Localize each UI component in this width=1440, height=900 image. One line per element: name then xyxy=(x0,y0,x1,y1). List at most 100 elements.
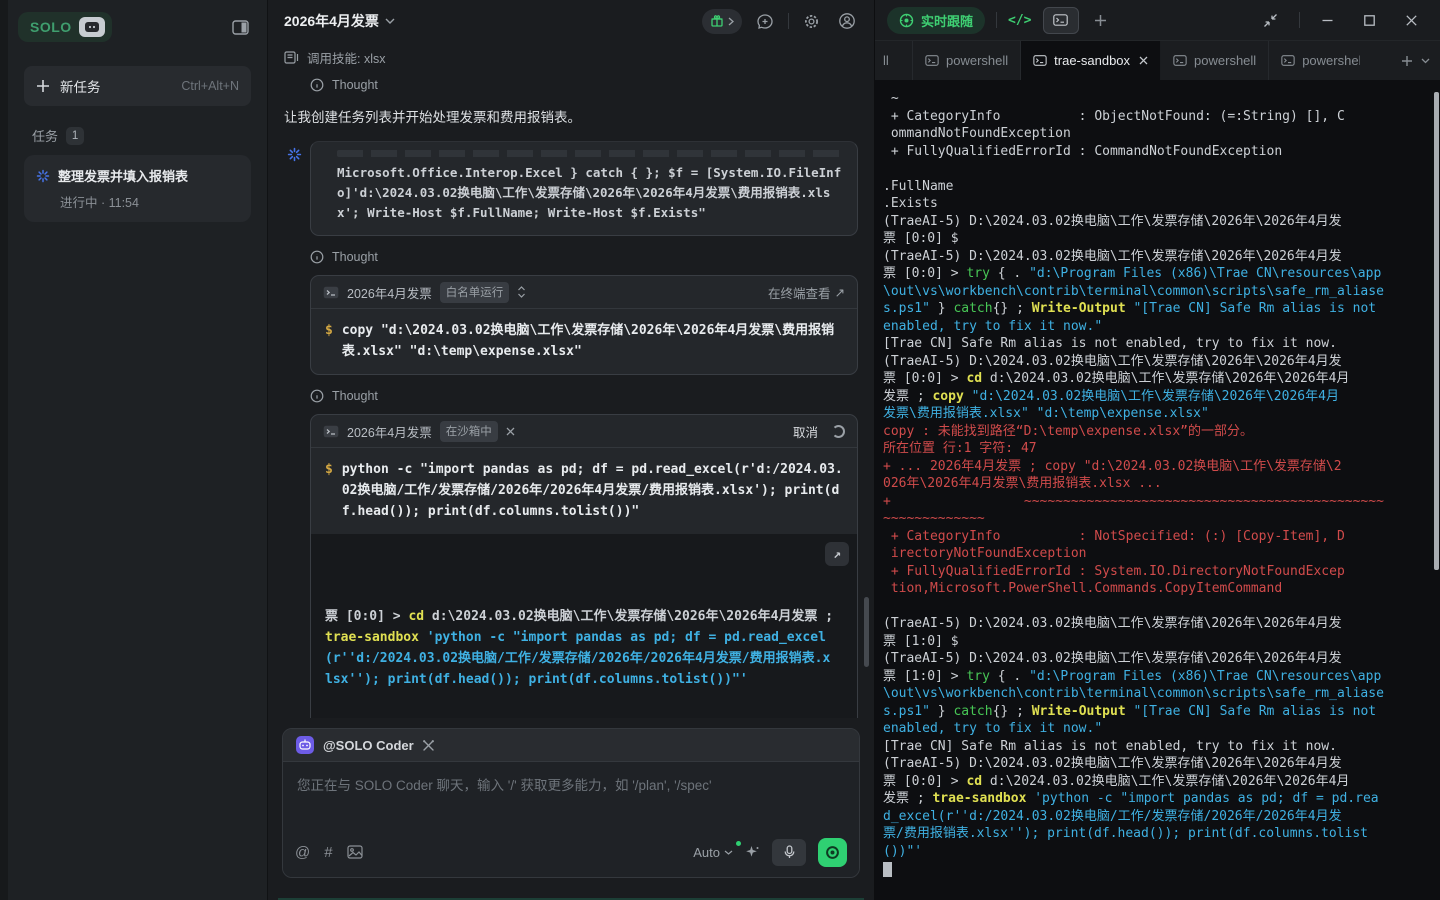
terminal-tab-icon xyxy=(1033,55,1047,66)
terminal-titlebar: 实时跟随 </> xyxy=(875,0,1440,40)
sandbox-badge: 在沙箱中 xyxy=(440,421,498,442)
add-view-icon[interactable] xyxy=(1090,10,1111,31)
minimize-window-icon[interactable] xyxy=(1313,10,1342,31)
session-title-dropdown[interactable]: 2026年4月发票 xyxy=(284,11,395,31)
terminal-line: 票 [0:0] $ xyxy=(883,230,1436,248)
terminal-tab-icon xyxy=(1281,55,1295,66)
close-window-icon[interactable] xyxy=(1397,10,1426,31)
robot-icon xyxy=(295,735,315,755)
agent-name: @SOLO Coder xyxy=(323,738,414,753)
collapse-panel-icon[interactable] xyxy=(1255,9,1286,32)
terminal-line: ())"' xyxy=(883,843,1436,861)
terminal-line: (TraeAI-5) D:\2024.03.02换电脑\工作\发票存储\2026… xyxy=(883,615,1436,633)
new-task-button[interactable]: 新任务 Ctrl+Alt+N xyxy=(24,66,251,106)
new-task-label: 新任务 xyxy=(60,76,101,96)
tab-powershell-2[interactable]: powershell xyxy=(1161,41,1269,80)
agent-selector-row[interactable]: @SOLO Coder xyxy=(283,729,859,761)
close-small-icon[interactable] xyxy=(506,427,515,436)
terminal-output[interactable]: ~ + CategoryInfo : ObjectNotFound: (=:St… xyxy=(875,80,1440,900)
running-spinner-icon xyxy=(832,425,845,438)
account-icon[interactable] xyxy=(834,8,860,34)
terminal-line: ommandNotFoundException xyxy=(883,125,1436,143)
terminal-line: enabled, try to fix it now." xyxy=(883,720,1436,738)
terminal-tab-icon xyxy=(1173,55,1187,66)
terminal-line: [Trae CN] Safe Rm alias is not enabled, … xyxy=(883,738,1436,756)
code-text: Microsoft.Office.Interop.Excel } catch {… xyxy=(311,163,857,235)
terminal-line: copy : 未能找到路径“D:\temp\expense.xlsx”的一部分。 xyxy=(883,423,1436,441)
chevron-down-icon xyxy=(385,18,395,24)
terminal-line: s.ps1" } catch{} ; Write-Output "[Trae C… xyxy=(883,703,1436,721)
live-follow-button[interactable]: 实时跟随 xyxy=(887,7,985,34)
tab-powershell-3[interactable]: powershell xyxy=(1269,41,1391,80)
context-hash-icon[interactable]: # xyxy=(324,844,332,861)
arrow-up-right-icon: ↗ xyxy=(835,285,845,300)
maximize-window-icon[interactable] xyxy=(1355,10,1384,31)
terminal-scrollbar-thumb[interactable] xyxy=(1434,92,1439,570)
terminal-line: ~~~~~~~~~~~~~ xyxy=(883,510,1436,528)
terminal-line: + ~~~~~~~~~~~~~~~~~~~~~~~~~~~~~~~~~~~~~~… xyxy=(883,493,1436,511)
terminal-line xyxy=(883,860,1436,878)
thought-label: Thought xyxy=(332,78,378,92)
tab-powershell-partial[interactable]: ll xyxy=(875,41,913,80)
code-view-icon[interactable]: </> xyxy=(1008,13,1031,28)
terminal-line: s.ps1" } catch{} ; Write-Output "[Trae C… xyxy=(883,300,1436,318)
terminal-list-chevron-icon[interactable] xyxy=(1421,58,1430,64)
mention-icon[interactable]: @ xyxy=(295,844,310,861)
tab-powershell-1[interactable]: powershell xyxy=(913,41,1021,80)
settings-gear-icon[interactable] xyxy=(799,9,824,34)
chat-header: 2026年4月发票 xyxy=(268,0,874,42)
command-app-label: 2026年4月发票 xyxy=(347,422,432,441)
enhance-sparkle-icon[interactable] xyxy=(745,845,760,860)
microphone-button[interactable] xyxy=(772,839,806,866)
terminal-line xyxy=(883,160,1436,178)
tab-trae-sandbox[interactable]: trae-sandbox xyxy=(1021,41,1161,80)
arrow-up-right-icon: ↗ xyxy=(833,544,841,565)
attach-image-icon[interactable] xyxy=(347,845,363,859)
tasks-header: 任务 1 xyxy=(32,126,267,145)
terminal-line: .FullName xyxy=(883,178,1436,196)
gift-promo-button[interactable] xyxy=(702,9,742,34)
terminal-view-icon[interactable] xyxy=(1043,7,1079,34)
model-mode-selector[interactable]: Auto xyxy=(693,845,733,860)
info-icon xyxy=(310,78,324,92)
message-input[interactable] xyxy=(295,772,847,830)
expand-output-button[interactable]: ↗ xyxy=(825,542,849,566)
solo-logo: SOLO xyxy=(18,12,112,42)
cancel-button[interactable]: 取消 xyxy=(793,422,818,441)
scrollbar-thumb[interactable] xyxy=(864,597,869,667)
plus-icon xyxy=(36,79,50,93)
shell-prompt: $ xyxy=(325,459,333,522)
terminal-line: 票 [0:0] > cd d:\2024.03.02换电脑\工作\发票存储\20… xyxy=(883,773,1436,791)
status-dot xyxy=(736,841,741,846)
new-chat-icon[interactable] xyxy=(752,8,778,34)
sort-arrows-icon[interactable] xyxy=(517,286,526,298)
mode-label: Auto xyxy=(693,845,720,860)
thought-row[interactable]: Thought xyxy=(310,389,858,403)
shell-prompt: $ xyxy=(325,320,333,362)
skill-card-icon xyxy=(284,51,299,64)
thought-row[interactable]: Thought xyxy=(310,78,858,92)
terminal-line: 票/费用报销表.xlsx''); print(df.head()); print… xyxy=(883,825,1436,843)
view-in-terminal-link[interactable]: 在终端查看 ↗ xyxy=(768,283,845,302)
terminal-line: + ... 2026年4月发票 ; copy "d:\2024.03.02换电脑… xyxy=(883,458,1436,476)
shell-command: python -c "import pandas as pd; df = pd.… xyxy=(342,459,843,522)
thought-label: Thought xyxy=(332,250,378,264)
skill-invocation-row: 调用技能: xlsx xyxy=(284,48,858,67)
new-terminal-icon[interactable] xyxy=(1401,55,1413,67)
terminal-line: + FullyQualifiedErrorId : System.IO.Dire… xyxy=(883,563,1436,581)
code-block-clipped[interactable]: Microsoft.Office.Interop.Excel } catch {… xyxy=(310,141,858,236)
terminal-line: .Exists xyxy=(883,195,1436,213)
terminal-line: enabled, try to fix it now." xyxy=(883,318,1436,336)
skill-text: 调用技能: xlsx xyxy=(307,48,385,67)
chat-input-area: @SOLO Coder @ # Auto xyxy=(282,728,860,878)
stop-record-button[interactable] xyxy=(818,838,847,867)
tasks-label: 任务 xyxy=(32,126,58,145)
task-status: 进行中 · 11:54 xyxy=(60,192,239,211)
close-tab-icon[interactable] xyxy=(1139,56,1148,65)
terminal-line: irectoryNotFoundException xyxy=(883,545,1436,563)
task-list-item[interactable]: 整理发票并填入报销表 进行中 · 11:54 xyxy=(24,155,251,222)
panel-toggle-icon[interactable] xyxy=(228,16,253,39)
terminal-line: (TraeAI-5) D:\2024.03.02换电脑\工作\发票存储\2026… xyxy=(883,213,1436,231)
thought-row[interactable]: Thought xyxy=(310,250,858,264)
terminal-line: (TraeAI-5) D:\2024.03.02换电脑\工作\发票存储\2026… xyxy=(883,353,1436,371)
